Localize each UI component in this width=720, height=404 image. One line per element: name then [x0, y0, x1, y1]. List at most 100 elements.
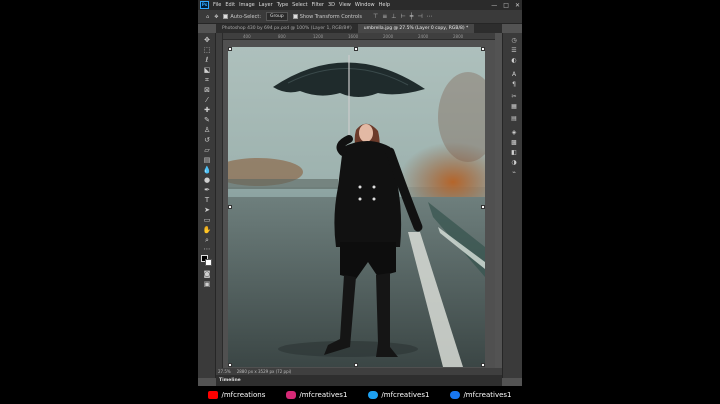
paragraph-panel-icon[interactable]: ¶ [509, 81, 519, 89]
panel-dock: ◷ ☰ ◐ A ¶ ✂ ▦ ▤ ◈ ▩ ◧ ◑ ⌁ [502, 33, 522, 378]
blur-tool-icon[interactable]: 💧 [202, 166, 212, 174]
move-tool-icon[interactable]: ✥ [214, 14, 218, 20]
gradient-tool-icon[interactable]: ▤ [202, 156, 212, 164]
transform-controls-checkbox[interactable]: Show Transform Controls [292, 13, 362, 20]
ruler-tick: 1600 [348, 34, 359, 39]
youtube-handle-label: /mfcreations [221, 391, 266, 399]
auto-select-label: Auto-Select: [230, 13, 262, 20]
align-right-icon[interactable]: ⊣ [417, 13, 422, 20]
move-tool-icon[interactable]: ✥ [202, 36, 212, 44]
color-panel-icon[interactable]: ◈ [509, 129, 519, 137]
zoom-level[interactable]: 27.5% [218, 368, 231, 375]
timeline-panel[interactable]: Timeline [216, 375, 502, 386]
menu-filter[interactable]: Filter [312, 0, 324, 10]
home-icon[interactable]: ⌂ [206, 14, 209, 20]
stamp-tool-icon[interactable]: ♙ [202, 126, 212, 134]
ruler-tick: 2000 [383, 34, 394, 39]
transform-handle[interactable] [481, 47, 485, 51]
ruler-tick: 400 [243, 34, 251, 39]
twitter-handle-label: /mfcreatives1 [381, 391, 430, 399]
transform-handle[interactable] [481, 205, 485, 209]
window-controls: — □ ✕ [491, 0, 520, 10]
photoshop-window: Ps File Edit Image Layer Type Select Fil… [198, 0, 522, 386]
transform-handle[interactable] [354, 363, 358, 367]
quick-mask-icon[interactable]: ◙ [202, 270, 212, 278]
libraries-panel-icon[interactable]: ▤ [509, 115, 519, 123]
social-handles-bar: /mfcreations /mfcreatives1 /mfcreatives1… [198, 386, 522, 404]
maximize-button[interactable]: □ [503, 2, 509, 9]
tab-document-1[interactable]: Photoshop 430 by 694 px.psd @ 100% (Laye… [216, 24, 358, 33]
ruler-tick: 800 [278, 34, 286, 39]
instagram-icon [286, 391, 297, 399]
layers-panel-icon[interactable]: ◧ [509, 149, 519, 157]
hand-tool-icon[interactable]: ✋ [202, 226, 212, 234]
menu-window[interactable]: Window [355, 0, 375, 10]
menu-image[interactable]: Image [239, 0, 255, 10]
zoom-tool-icon[interactable]: ⌕ [202, 236, 212, 244]
ruler-tick: 2400 [418, 34, 429, 39]
more-options-icon[interactable]: ⋯ [427, 13, 433, 20]
group-dropdown[interactable]: Group [266, 12, 288, 21]
dodge-tool-icon[interactable]: ● [202, 176, 212, 184]
photo-layer[interactable] [228, 47, 485, 367]
channels-panel-icon[interactable]: ◑ [509, 159, 519, 167]
transform-handle[interactable] [228, 363, 232, 367]
umbrella-photo [228, 47, 485, 367]
object-select-tool-icon[interactable]: ⬕ [202, 66, 212, 74]
menu-bar: Ps File Edit Image Layer Type Select Fil… [198, 0, 522, 10]
minimize-button[interactable]: — [491, 2, 497, 9]
align-left-icon[interactable]: ⊢ [400, 13, 405, 20]
lasso-tool-icon[interactable]: ℓ [202, 56, 212, 64]
clone-source-icon[interactable]: ▦ [509, 103, 519, 111]
history-panel-icon[interactable]: ◷ [509, 37, 519, 45]
align-center-icon[interactable]: ╪ [410, 13, 414, 20]
tab-document-2[interactable]: umbrella.jpg @ 27.5% (Layer 0 copy, RGB/… [357, 24, 475, 33]
swatches-panel-icon[interactable]: ▩ [509, 139, 519, 147]
character-panel-icon[interactable]: A [509, 71, 519, 79]
tools-panel: ✥ ⬚ ℓ ⬕ ⌗ ⊠ ⁄ ✚ ✎ ♙ ↺ ▱ ▤ 💧 ● ✒ T ➤ ▭ ✋ … [198, 33, 216, 378]
more-tools-icon[interactable]: ⋯ [202, 245, 212, 253]
transform-handle[interactable] [228, 205, 232, 209]
menu-file[interactable]: File [213, 0, 221, 10]
healing-tool-icon[interactable]: ✚ [202, 106, 212, 114]
menu-layer[interactable]: Layer [259, 0, 273, 10]
eraser-tool-icon[interactable]: ▱ [202, 146, 212, 154]
properties-panel-icon[interactable]: ☰ [509, 47, 519, 55]
transform-handle[interactable] [228, 47, 232, 51]
menu-help[interactable]: Help [379, 0, 390, 10]
canvas-area[interactable] [223, 40, 495, 368]
marquee-tool-icon[interactable]: ⬚ [202, 46, 212, 54]
vertical-ruler [216, 33, 223, 368]
menu-select[interactable]: Select [292, 0, 307, 10]
menu-3d[interactable]: 3D [328, 0, 335, 10]
photoshop-logo: Ps [200, 1, 209, 9]
menu-view[interactable]: View [339, 0, 351, 10]
screen-mode-icon[interactable]: ▣ [202, 280, 212, 288]
type-tool-icon[interactable]: T [202, 196, 212, 204]
close-button[interactable]: ✕ [515, 2, 520, 9]
options-bar: ⌂ ✥ Auto-Select: Group Show Transform Co… [198, 10, 522, 24]
align-middle-icon[interactable]: ≡ [382, 13, 387, 20]
paths-panel-icon[interactable]: ⌁ [509, 169, 519, 177]
brush-tool-icon[interactable]: ✎ [202, 116, 212, 124]
transform-handle[interactable] [354, 47, 358, 51]
adjustments-panel-icon[interactable]: ◐ [509, 57, 519, 65]
crop-tool-icon[interactable]: ⌗ [202, 76, 212, 84]
menu-type[interactable]: Type [277, 0, 288, 10]
history-brush-tool-icon[interactable]: ↺ [202, 136, 212, 144]
shape-tool-icon[interactable]: ▭ [202, 216, 212, 224]
align-top-icon[interactable]: ⊤ [373, 13, 378, 20]
twitter-handle: /mfcreatives1 [368, 391, 429, 399]
frame-tool-icon[interactable]: ⊠ [202, 86, 212, 94]
path-select-tool-icon[interactable]: ➤ [202, 206, 212, 214]
menu-edit[interactable]: Edit [225, 0, 235, 10]
align-bottom-icon[interactable]: ⊥ [391, 13, 396, 20]
eyedropper-tool-icon[interactable]: ⁄ [202, 96, 212, 104]
video-frame: Ps File Edit Image Layer Type Select Fil… [0, 0, 720, 404]
background-color-swatch[interactable] [205, 259, 212, 266]
pen-tool-icon[interactable]: ✒ [202, 186, 212, 194]
align-buttons: ⊤ ≡ ⊥ ⊢ ╪ ⊣ ⋯ [373, 13, 433, 20]
transform-handle[interactable] [481, 363, 485, 367]
auto-select-checkbox[interactable]: Auto-Select: [223, 13, 262, 20]
brush-settings-icon[interactable]: ✂ [509, 93, 519, 101]
